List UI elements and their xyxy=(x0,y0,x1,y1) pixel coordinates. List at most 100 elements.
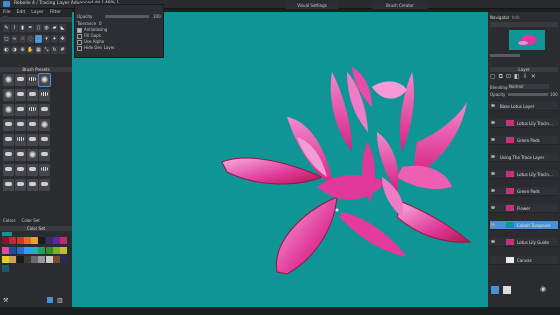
color-swatch[interactable] xyxy=(53,246,61,254)
pen-icon[interactable]: ✒ xyxy=(27,24,34,32)
blend-icon[interactable]: ≈ xyxy=(11,35,18,43)
stencil-icon[interactable]: ▦ xyxy=(35,46,42,54)
color-swatch[interactable] xyxy=(9,246,17,254)
tab-navigator[interactable]: Navigator xyxy=(490,15,510,20)
color-swatch[interactable] xyxy=(60,237,68,245)
brush-preset[interactable] xyxy=(27,179,38,191)
zoom-icon[interactable]: ⊕ xyxy=(19,46,26,54)
tab-color-set[interactable]: Color Set xyxy=(22,218,40,223)
brush-preset[interactable] xyxy=(39,149,50,161)
navigator-thumbnail[interactable] xyxy=(509,30,545,50)
layer-item[interactable]: Green Pads xyxy=(490,187,558,196)
layer-group[interactable]: Base Lotus Layer xyxy=(490,102,558,111)
lock-icon[interactable]: ⊡ xyxy=(506,73,514,80)
eye-icon[interactable] xyxy=(491,172,495,175)
layer-group[interactable]: Using The Trace Layer xyxy=(490,153,558,162)
option-fill-gaps[interactable]: Fill Gaps xyxy=(77,33,101,39)
color-swatch[interactable] xyxy=(38,246,46,254)
eye-icon[interactable] xyxy=(491,138,495,141)
rotate-icon[interactable]: ↻ xyxy=(51,46,58,54)
brush-preset[interactable] xyxy=(27,164,38,176)
tilt-icon[interactable]: ◑ xyxy=(11,46,18,54)
eye-icon[interactable] xyxy=(491,121,495,124)
color-swatch[interactable] xyxy=(38,255,46,263)
tab-brush-creator[interactable]: Brush Creator xyxy=(372,3,428,9)
color-swatch[interactable] xyxy=(45,237,53,245)
grid-view-icon[interactable] xyxy=(47,297,53,303)
mask-icon[interactable]: ◧ xyxy=(514,73,523,80)
color-swatch[interactable] xyxy=(38,237,46,245)
eye-icon[interactable] xyxy=(491,104,495,107)
brush-preset[interactable] xyxy=(27,104,38,116)
menu-layer[interactable]: Layer xyxy=(31,10,44,15)
brush-preset[interactable] xyxy=(27,119,38,131)
color-swatch[interactable] xyxy=(45,255,53,263)
color-swatch[interactable] xyxy=(16,237,24,245)
brush-preset[interactable] xyxy=(27,149,38,161)
option-hide-dev-layer[interactable]: Hide Dev Layer xyxy=(77,45,115,51)
option-antialiasing[interactable]: Antialiasing xyxy=(77,27,107,33)
eye-icon[interactable] xyxy=(491,189,495,192)
brush-preset[interactable] xyxy=(27,134,38,146)
merge-icon[interactable]: ⇩ xyxy=(523,73,531,80)
airbrush-icon[interactable]: ▯ xyxy=(35,24,42,32)
layer-delete-icon[interactable]: ✕ xyxy=(531,73,539,80)
color-swatch[interactable] xyxy=(9,255,17,263)
knife-icon[interactable]: ◣ xyxy=(59,24,66,32)
brush-preset[interactable] xyxy=(27,89,38,101)
hand-icon[interactable]: ✋ xyxy=(27,46,34,54)
option-use-alpha[interactable]: Use Alpha xyxy=(77,39,104,45)
brush-preset[interactable] xyxy=(15,179,26,191)
layer-visibility-icon[interactable]: ◉ xyxy=(540,285,546,293)
grid-icon[interactable]: # xyxy=(59,46,66,54)
pastel-icon[interactable]: ▰ xyxy=(51,24,58,32)
eye-icon[interactable] xyxy=(491,223,495,226)
eye-icon[interactable] xyxy=(491,155,495,158)
color-swatch[interactable] xyxy=(60,255,68,263)
brush-preset[interactable] xyxy=(3,164,14,176)
brush-preset[interactable] xyxy=(15,119,26,131)
menu-file[interactable]: File xyxy=(3,10,11,15)
color-swatch[interactable] xyxy=(16,255,24,263)
color-swatch[interactable] xyxy=(23,255,31,263)
layer-item[interactable]: Green Pads xyxy=(490,136,558,145)
brush-preset[interactable] xyxy=(39,89,50,101)
brush-preset[interactable] xyxy=(39,134,50,146)
brush-preset[interactable] xyxy=(39,104,50,116)
brush-preset[interactable] xyxy=(3,74,14,86)
color-swatch[interactable] xyxy=(23,246,31,254)
color-swatch[interactable] xyxy=(2,255,9,263)
brush-preset[interactable] xyxy=(39,164,50,176)
move-icon[interactable]: ✥ xyxy=(59,35,66,43)
color-swatch[interactable] xyxy=(16,246,24,254)
canvas-layer[interactable]: Canvas xyxy=(490,256,558,265)
brush-preset[interactable] xyxy=(3,89,14,101)
duplicate-icon[interactable]: ⧉ xyxy=(499,73,506,80)
select-icon[interactable]: ⬚ xyxy=(35,35,42,43)
brush-preset[interactable] xyxy=(15,134,26,146)
blending-select[interactable]: Normal xyxy=(508,84,549,89)
brush-preset[interactable] xyxy=(27,74,38,86)
pencil-icon[interactable]: ✎ xyxy=(3,24,10,32)
menu-edit[interactable]: Edit xyxy=(17,10,26,15)
brush-preset[interactable] xyxy=(15,149,26,161)
brush-preset[interactable] xyxy=(15,104,26,116)
tab-nav-info[interactable]: Info xyxy=(512,15,520,20)
brush-preset[interactable] xyxy=(15,89,26,101)
color-swatch[interactable] xyxy=(31,246,39,254)
color-swatch[interactable] xyxy=(2,237,9,245)
tolerance-value[interactable]: 0 xyxy=(99,21,102,26)
active-color-swatch[interactable] xyxy=(2,232,12,236)
brush-preset[interactable] xyxy=(15,74,26,86)
brush-preset[interactable] xyxy=(3,134,14,146)
trash-icon[interactable]: ▥ xyxy=(57,297,63,304)
opacity-slider[interactable] xyxy=(105,15,149,18)
brush-preset[interactable] xyxy=(3,119,14,131)
tab-visual-settings[interactable]: Visual Settings xyxy=(286,3,338,9)
layer-item[interactable]: Flower xyxy=(490,204,558,213)
color-swatch[interactable] xyxy=(31,255,39,263)
color-swatch[interactable] xyxy=(23,237,31,245)
brush-preset[interactable] xyxy=(38,73,51,87)
brush-preset[interactable] xyxy=(3,149,14,161)
smudge-icon[interactable]: ☝ xyxy=(19,35,26,43)
